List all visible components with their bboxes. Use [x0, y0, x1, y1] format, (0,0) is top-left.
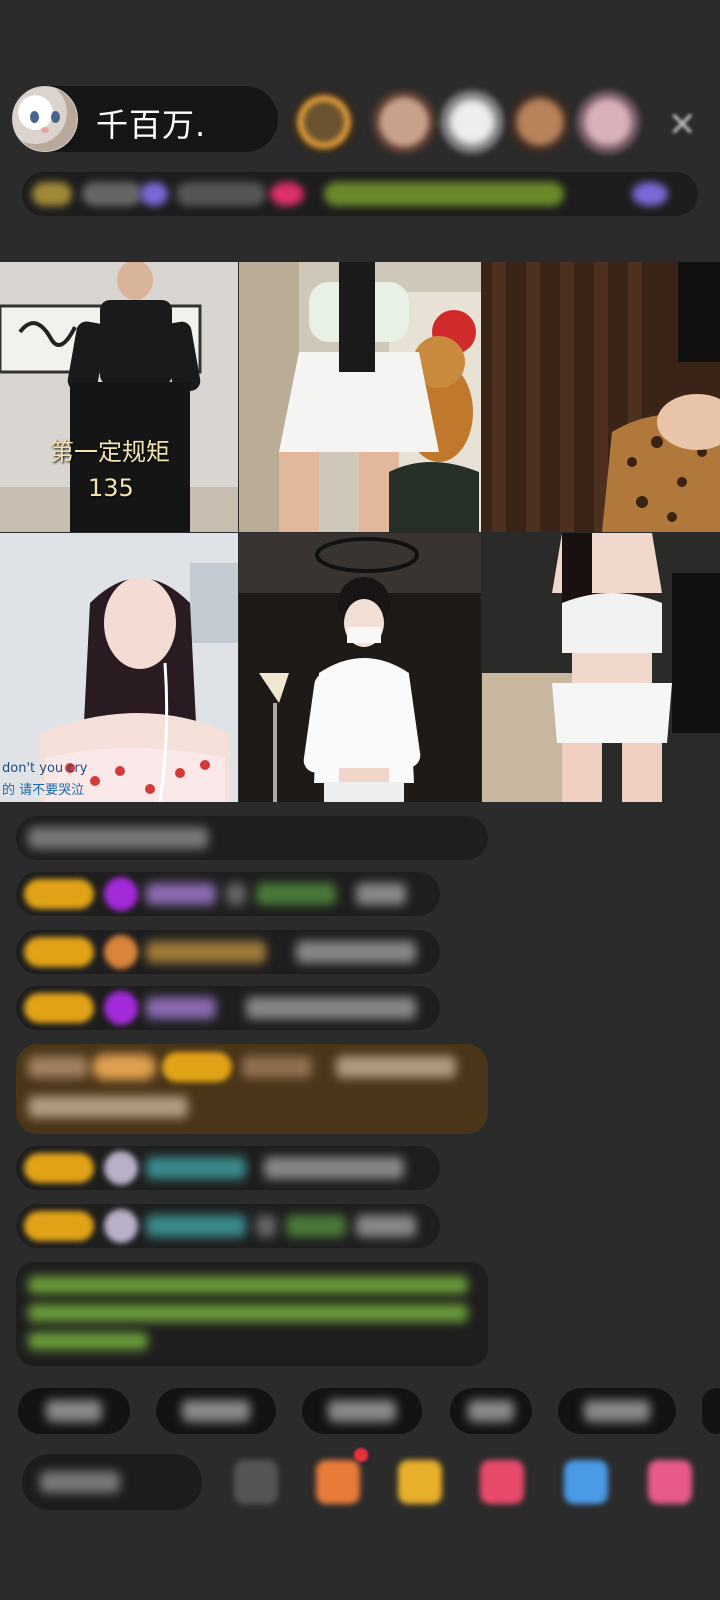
video-caption: 第一定规矩	[50, 438, 170, 466]
more-icon[interactable]	[648, 1460, 692, 1504]
host-name: 千百万.	[96, 106, 207, 144]
quick-reply-button[interactable]	[450, 1388, 532, 1434]
level-badge	[24, 937, 94, 967]
close-icon[interactable]: ✕	[668, 105, 697, 145]
level-badge	[24, 879, 94, 909]
viewer-avatar[interactable]	[372, 90, 436, 154]
video-tile[interactable]	[482, 262, 720, 532]
comment-input[interactable]	[22, 1454, 202, 1510]
avatar	[104, 1151, 138, 1185]
viewer-avatar[interactable]	[508, 90, 572, 154]
heart-icon	[104, 935, 138, 969]
video-tile[interactable]	[482, 533, 720, 802]
quick-reply-button[interactable]	[156, 1388, 276, 1434]
video-grid: 第一定规矩 135 don't you cry 的 请不要哭泣	[0, 262, 720, 802]
gift-icon[interactable]	[398, 1460, 442, 1504]
chat-message[interactable]	[16, 1146, 440, 1190]
chat-message[interactable]	[16, 872, 440, 916]
room-info-bar[interactable]	[22, 172, 698, 216]
chat-message[interactable]	[16, 1204, 440, 1248]
gift-icon[interactable]	[316, 1460, 360, 1504]
diamond-icon	[104, 991, 138, 1025]
level-badge	[24, 1153, 94, 1183]
host-info-pill[interactable]: 千百万.	[12, 86, 278, 152]
gift-message[interactable]	[16, 1044, 488, 1134]
chat-message[interactable]	[16, 930, 440, 974]
video-tile[interactable]: don't you cry 的 请不要哭泣	[0, 533, 238, 802]
chat-message[interactable]	[16, 986, 440, 1030]
viewer-avatar[interactable]	[576, 90, 640, 154]
quick-reply-button[interactable]	[18, 1388, 130, 1434]
song-lyric-en: don't you cry	[2, 761, 88, 776]
video-tile[interactable]	[239, 262, 481, 532]
chat-message[interactable]	[16, 816, 488, 860]
heart-icon[interactable]	[480, 1460, 524, 1504]
quick-reply-button[interactable]	[302, 1388, 422, 1434]
emoji-icon[interactable]	[234, 1460, 278, 1504]
video-tile[interactable]: 第一定规矩 135	[0, 262, 238, 532]
avatar	[104, 1209, 138, 1243]
quick-reply-button[interactable]	[702, 1388, 720, 1434]
host-avatar[interactable]	[12, 86, 78, 152]
diamond-icon	[104, 877, 138, 911]
song-lyric-cn: 的 请不要哭泣	[2, 783, 85, 798]
video-count: 135	[88, 474, 134, 502]
system-notice	[16, 1262, 488, 1366]
notification-dot	[354, 1448, 368, 1462]
level-badge	[24, 1211, 94, 1241]
level-badge	[24, 993, 94, 1023]
share-icon[interactable]	[564, 1460, 608, 1504]
quick-reply-button[interactable]	[558, 1388, 676, 1434]
viewer-avatar[interactable]	[440, 90, 504, 154]
viewer-avatar[interactable]	[292, 90, 356, 154]
level-badge	[162, 1052, 232, 1082]
video-tile[interactable]	[239, 533, 481, 802]
